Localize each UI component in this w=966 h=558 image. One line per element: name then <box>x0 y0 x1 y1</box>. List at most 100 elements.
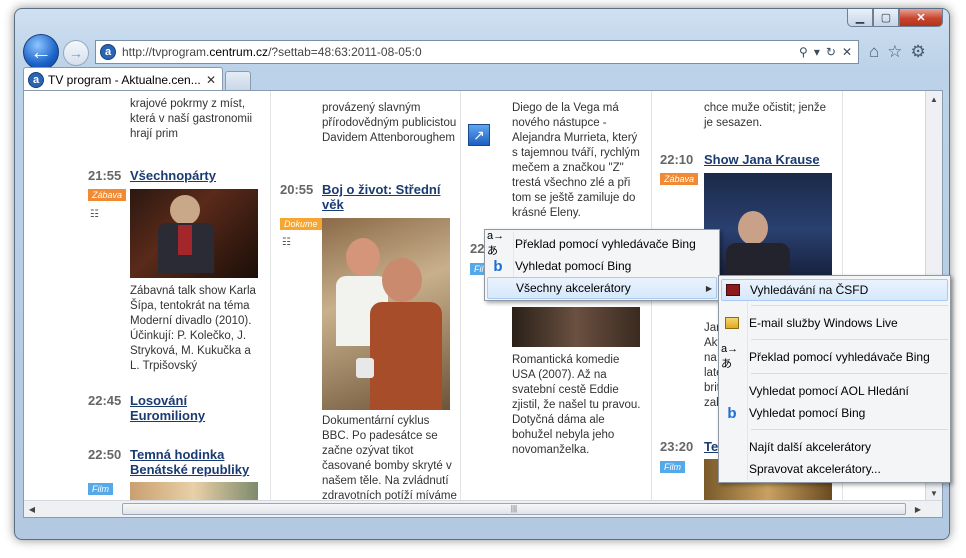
details-icon[interactable]: ☷ <box>90 207 99 222</box>
back-button[interactable]: ← <box>23 34 59 70</box>
program-column-1: krajové pokrmy z míst, která v naší gast… <box>86 91 266 501</box>
home-icon[interactable]: ⌂ <box>869 42 879 62</box>
accelerator-button[interactable]: ↗ <box>468 124 490 146</box>
address-tools: ⚲ ▾ ↻ ✕ <box>799 45 858 59</box>
menu-item-label: Spravovat akcelerátory... <box>749 462 881 476</box>
menu-item-icon-placeholder <box>721 436 743 458</box>
menu-item-all-accelerators[interactable]: Všechny akcelerátory ▶ <box>487 277 717 299</box>
genre-badge: Film <box>88 483 113 495</box>
program-thumbnail[interactable] <box>322 218 450 410</box>
genre-badge: Film <box>660 461 685 473</box>
menu-item-icon-placeholder <box>721 458 743 480</box>
menu-item-label: Vyhledat pomocí Bing <box>515 259 632 273</box>
menu-item-label: Vyhledat pomocí Bing <box>749 406 866 420</box>
menu-item-bing-search[interactable]: b Vyhledat pomocí Bing <box>487 255 717 277</box>
program-time: 23:20 <box>660 439 694 454</box>
tab-favicon-icon: a <box>28 71 44 88</box>
menu-item-bing-translate[interactable]: a→あ Překlad pomocí vyhledávače Bing <box>721 343 948 370</box>
refresh-icon[interactable]: ↻ <box>826 45 836 59</box>
menu-separator <box>751 339 948 340</box>
program-thumbnail[interactable] <box>704 173 832 287</box>
program-title-link[interactable]: Temná hodinka Benátské republiky <box>130 447 260 477</box>
close-window-button[interactable]: ✕ <box>899 9 943 27</box>
minimize-button[interactable]: ▁ <box>847 9 873 27</box>
aol-icon <box>721 380 743 402</box>
program-time: 22:10 <box>660 152 694 167</box>
menu-item-aol-search[interactable]: Vyhledat pomocí AOL Hledání <box>721 380 948 402</box>
program-time: 22:45 <box>88 393 122 408</box>
tab-title: TV program - Aktualne.cen... <box>48 72 201 87</box>
stop-icon[interactable]: ✕ <box>842 45 852 59</box>
menu-item-label: Vyhledat pomocí AOL Hledání <box>749 384 909 398</box>
menu-item-windows-live-mail[interactable]: E-mail služby Windows Live <box>721 312 948 334</box>
horizontal-scrollbar[interactable]: ◀ ||| ▶ <box>24 500 942 517</box>
navigation-bar: ← → a http://tvprogram. centrum.cz/?setta… <box>23 31 943 71</box>
details-icon[interactable]: ☷ <box>282 235 291 250</box>
menu-separator <box>751 373 948 374</box>
menu-item-label: Překlad pomocí vyhledávače Bing <box>749 350 930 364</box>
program-description: Diego de la Vega má nového nástupce - Al… <box>512 102 640 219</box>
csfd-icon <box>722 279 744 301</box>
program-description: krajové pokrmy z míst, která v naší gast… <box>130 98 253 140</box>
windows-live-mail-icon <box>721 312 743 334</box>
program-description: provázený slavným přírodovědným publicis… <box>322 102 457 144</box>
program-description: Romantická komedie USA (2007). Až na sva… <box>512 354 641 456</box>
genre-badge: Zábava <box>660 173 699 185</box>
program-thumbnail[interactable] <box>130 482 258 501</box>
address-bar[interactable]: a http://tvprogram. centrum.cz/?settab=48… <box>95 40 859 64</box>
maximize-button[interactable]: ▢ <box>873 9 899 27</box>
menu-item-label: Najít další akcelerátory <box>749 440 872 454</box>
tools-gear-icon[interactable]: ⚙ <box>911 42 926 62</box>
program-thumbnail[interactable] <box>512 307 640 347</box>
menu-item-icon-placeholder <box>488 277 510 299</box>
program-thumbnail[interactable] <box>130 189 258 278</box>
submenu-arrow-icon: ▶ <box>705 283 712 293</box>
menu-item-bing-translate[interactable]: a→あ Překlad pomocí vyhledávače Bing <box>487 230 717 257</box>
menu-separator <box>751 305 948 306</box>
url-domain: centrum.cz <box>209 45 269 59</box>
all-accelerators-submenu: Vyhledávání na ČSFD E-mail služby Window… <box>718 275 951 483</box>
program-description: chce muže očistit; jenže je sesazen. <box>704 102 827 129</box>
compatibility-dropdown-icon[interactable]: ▾ <box>814 45 820 59</box>
program-time: 22:50 <box>88 447 122 462</box>
program-column-2: provázený slavným přírodovědným publicis… <box>278 91 458 517</box>
column-divider <box>460 91 461 501</box>
menu-item-find-more-accelerators[interactable]: Najít další akcelerátory <box>721 436 948 458</box>
favorites-star-icon[interactable]: ☆ <box>887 42 902 62</box>
genre-badge: Dokume <box>280 218 322 230</box>
program-title-link[interactable]: Te <box>704 439 718 454</box>
forward-button[interactable]: → <box>63 40 89 66</box>
site-favicon-icon: a <box>100 44 116 60</box>
program-title-link[interactable]: Všechnopárty <box>130 168 216 183</box>
menu-item-label: Všechny akcelerátory <box>516 281 631 295</box>
accelerator-menu: a→あ Překlad pomocí vyhledávače Bing b Vy… <box>484 229 720 301</box>
program-title-link[interactable]: Losování Euromiliony <box>130 393 260 423</box>
scroll-left-icon[interactable]: ◀ <box>24 501 40 517</box>
tab-bar: a TV program - Aktualne.cen... ✕ <box>23 67 943 91</box>
menu-item-bing-search[interactable]: b Vyhledat pomocí Bing <box>721 402 948 424</box>
translate-icon: a→あ <box>487 230 505 257</box>
scroll-up-icon[interactable]: ▲ <box>926 91 942 107</box>
bing-icon: b <box>727 404 737 422</box>
menu-item-manage-accelerators[interactable]: Spravovat akcelerátory... <box>721 458 948 480</box>
window-controls: ▁ ▢ ✕ <box>847 9 943 27</box>
menu-item-csfd-search[interactable]: Vyhledávání na ČSFD <box>721 279 948 301</box>
horizontal-scroll-thumb[interactable]: ||| <box>122 503 906 515</box>
menu-item-label: E-mail služby Windows Live <box>749 316 898 330</box>
url-prefix: http://tvprogram. <box>122 45 210 59</box>
scroll-right-icon[interactable]: ▶ <box>910 501 926 517</box>
tab-active[interactable]: a TV program - Aktualne.cen... ✕ <box>23 67 223 91</box>
program-time: 21:55 <box>88 168 122 183</box>
translate-icon: a→あ <box>721 343 739 370</box>
new-tab-button[interactable] <box>225 71 251 91</box>
program-description: Zábavná talk show Karla Šípa, tentokrát … <box>130 285 256 372</box>
search-icon[interactable]: ⚲ <box>799 45 808 59</box>
program-title-link[interactable]: Show Jana Krause <box>704 152 844 167</box>
tab-close-icon[interactable]: ✕ <box>206 73 216 87</box>
menu-item-label: Vyhledávání na ČSFD <box>750 283 869 297</box>
scroll-down-icon[interactable]: ▼ <box>926 485 942 501</box>
menu-separator <box>751 429 948 430</box>
program-title-link[interactable]: Boj o život: Střední věk <box>322 182 452 212</box>
url-suffix: /?settab=48:63:2011-08-05:0 <box>268 45 422 59</box>
bing-icon: b <box>493 257 503 275</box>
